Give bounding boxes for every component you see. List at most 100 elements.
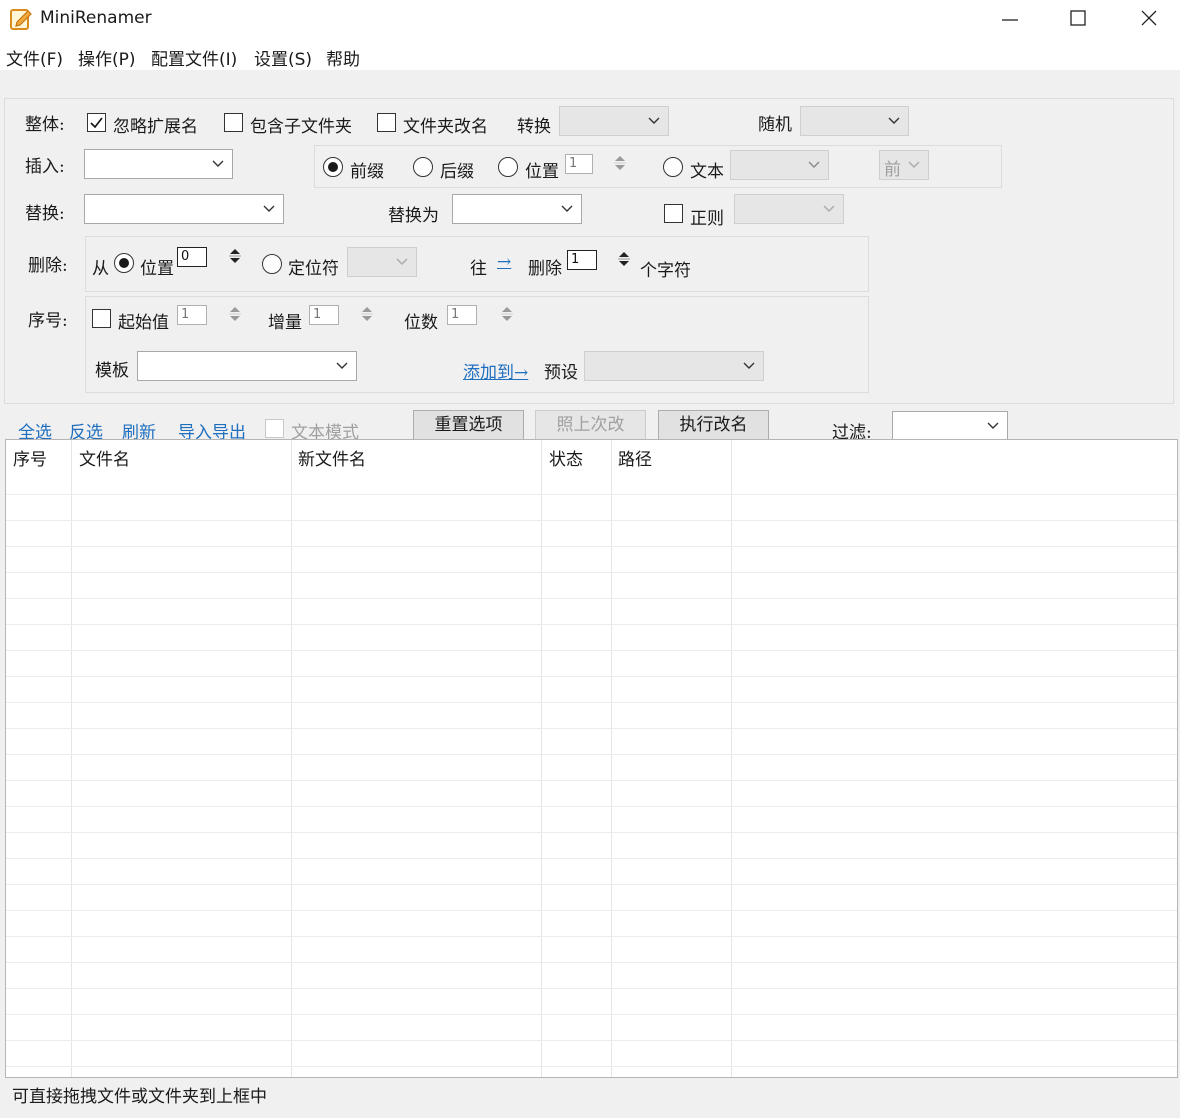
random-combo[interactable]	[800, 106, 909, 136]
chevron-down-icon	[888, 117, 900, 124]
spinner-arrows-icon[interactable]	[613, 248, 635, 270]
start-value-input[interactable]: 1	[177, 305, 207, 325]
minimize-icon[interactable]	[1000, 6, 1020, 30]
delete-count-input[interactable]: 1	[567, 250, 597, 270]
menu-bar: 文件(F) 操作(P) 配置文件(I) 设置(S) 帮助	[0, 38, 1180, 70]
sequence-label: 序号:	[28, 311, 68, 331]
rename-folders-checkbox[interactable]	[377, 113, 396, 132]
row-guide-line	[6, 780, 1177, 781]
template-combo[interactable]	[137, 351, 357, 381]
delete-label: 删除:	[28, 256, 68, 276]
menu-profile[interactable]: 配置文件(I)	[151, 45, 237, 70]
chevron-down-icon	[648, 117, 660, 124]
regex-combo[interactable]	[734, 194, 844, 224]
row-guide-line	[6, 676, 1177, 677]
row-guide-line	[6, 702, 1177, 703]
row-guide-line	[6, 858, 1177, 859]
start-value-label: 起始值	[118, 313, 169, 333]
insert-text-combo[interactable]	[730, 150, 829, 180]
regex-checkbox[interactable]	[664, 204, 683, 223]
chevron-down-icon	[212, 160, 224, 167]
chevron-down-icon	[808, 161, 820, 168]
ignore-ext-checkbox[interactable]	[87, 113, 106, 132]
column-header-path[interactable]: 路径	[618, 445, 652, 470]
replace-combo[interactable]	[84, 194, 284, 224]
insert-position-label: 位置	[525, 162, 559, 182]
chevron-down-icon	[336, 362, 348, 369]
add-to-link[interactable]: 添加到→	[463, 358, 528, 383]
digits-input[interactable]: 1	[447, 305, 477, 325]
insert-text-label: 文本	[690, 162, 724, 182]
chevron-down-icon	[561, 205, 573, 212]
row-guide-line	[6, 832, 1177, 833]
replace-with-combo[interactable]	[452, 194, 582, 224]
prefix-label: 前缀	[350, 162, 384, 182]
regex-label: 正则	[690, 209, 724, 229]
window-title: MiniRenamer	[40, 8, 152, 28]
ignore-ext-label: 忽略扩展名	[113, 117, 198, 137]
status-bar: 可直接拖拽文件或文件夹到上框中	[0, 1078, 1180, 1118]
filter-combo[interactable]	[892, 411, 1008, 441]
row-guide-line	[6, 1040, 1177, 1041]
redo-last-button[interactable]: 照上次改	[535, 410, 646, 440]
row-guide-line	[6, 624, 1177, 625]
toward-label: 往	[470, 259, 487, 279]
delete-from-label: 从	[92, 259, 109, 279]
chevron-down-icon	[263, 205, 275, 212]
chevron-down-icon	[396, 258, 408, 265]
overall-label: 整体:	[25, 115, 65, 135]
text-mode-checkbox[interactable]	[265, 419, 284, 438]
preset-label: 预设	[544, 363, 578, 383]
suffix-radio[interactable]	[413, 157, 433, 177]
row-guide-line	[6, 598, 1177, 599]
convert-label: 转换	[517, 117, 551, 137]
menu-help[interactable]: 帮助	[326, 45, 360, 70]
prefix-radio[interactable]	[323, 157, 343, 177]
spinner-arrows-icon[interactable]	[496, 303, 518, 325]
row-guide-line	[6, 806, 1177, 807]
chevron-down-icon	[987, 422, 999, 429]
execute-rename-button[interactable]: 执行改名	[658, 410, 769, 440]
insert-text-radio[interactable]	[663, 157, 683, 177]
row-guide-line	[6, 728, 1177, 729]
column-header-index[interactable]: 序号	[13, 445, 47, 470]
file-list[interactable]: 序号 文件名 新文件名 状态 路径	[5, 439, 1178, 1078]
reset-options-button[interactable]: 重置选项	[413, 410, 524, 440]
spinner-arrows-icon[interactable]	[224, 245, 246, 267]
menu-settings[interactable]: 设置(S)	[254, 45, 312, 70]
spinner-arrows-icon[interactable]	[609, 152, 631, 174]
column-divider	[71, 440, 72, 1077]
row-guide-line	[6, 1014, 1177, 1015]
direction-link[interactable]: →	[497, 252, 511, 272]
insert-combo[interactable]	[84, 149, 233, 179]
maximize-icon[interactable]	[1069, 8, 1089, 28]
locator-radio[interactable]	[262, 254, 282, 274]
spinner-arrows-icon[interactable]	[356, 303, 378, 325]
row-guide-line	[6, 572, 1177, 573]
close-icon[interactable]	[1139, 8, 1159, 28]
replace-label: 替换:	[25, 204, 65, 224]
insert-position-input[interactable]: 1	[565, 154, 593, 174]
row-guide-line	[6, 520, 1177, 521]
column-header-filename[interactable]: 文件名	[79, 445, 130, 470]
row-guide-line	[6, 936, 1177, 937]
start-value-checkbox[interactable]	[92, 309, 111, 328]
include-subfolders-label: 包含子文件夹	[250, 117, 352, 137]
insert-position-radio[interactable]	[498, 157, 518, 177]
column-header-status[interactable]: 状态	[549, 445, 583, 470]
row-guide-line	[6, 754, 1177, 755]
delete-position-input[interactable]: 0	[177, 247, 207, 267]
increment-input[interactable]: 1	[309, 305, 339, 325]
row-guide-line	[6, 962, 1177, 963]
convert-combo[interactable]	[559, 106, 669, 136]
delete-position-radio[interactable]	[114, 253, 134, 273]
menu-file[interactable]: 文件(F)	[6, 45, 63, 70]
preset-combo[interactable]	[584, 351, 764, 381]
column-header-new-filename[interactable]: 新文件名	[298, 445, 366, 470]
locator-label: 定位符	[288, 259, 339, 279]
locator-combo[interactable]	[347, 247, 417, 277]
menu-operation[interactable]: 操作(P)	[78, 45, 136, 70]
front-combo[interactable]: 前	[879, 150, 929, 180]
include-subfolders-checkbox[interactable]	[224, 113, 243, 132]
spinner-arrows-icon[interactable]	[224, 303, 246, 325]
